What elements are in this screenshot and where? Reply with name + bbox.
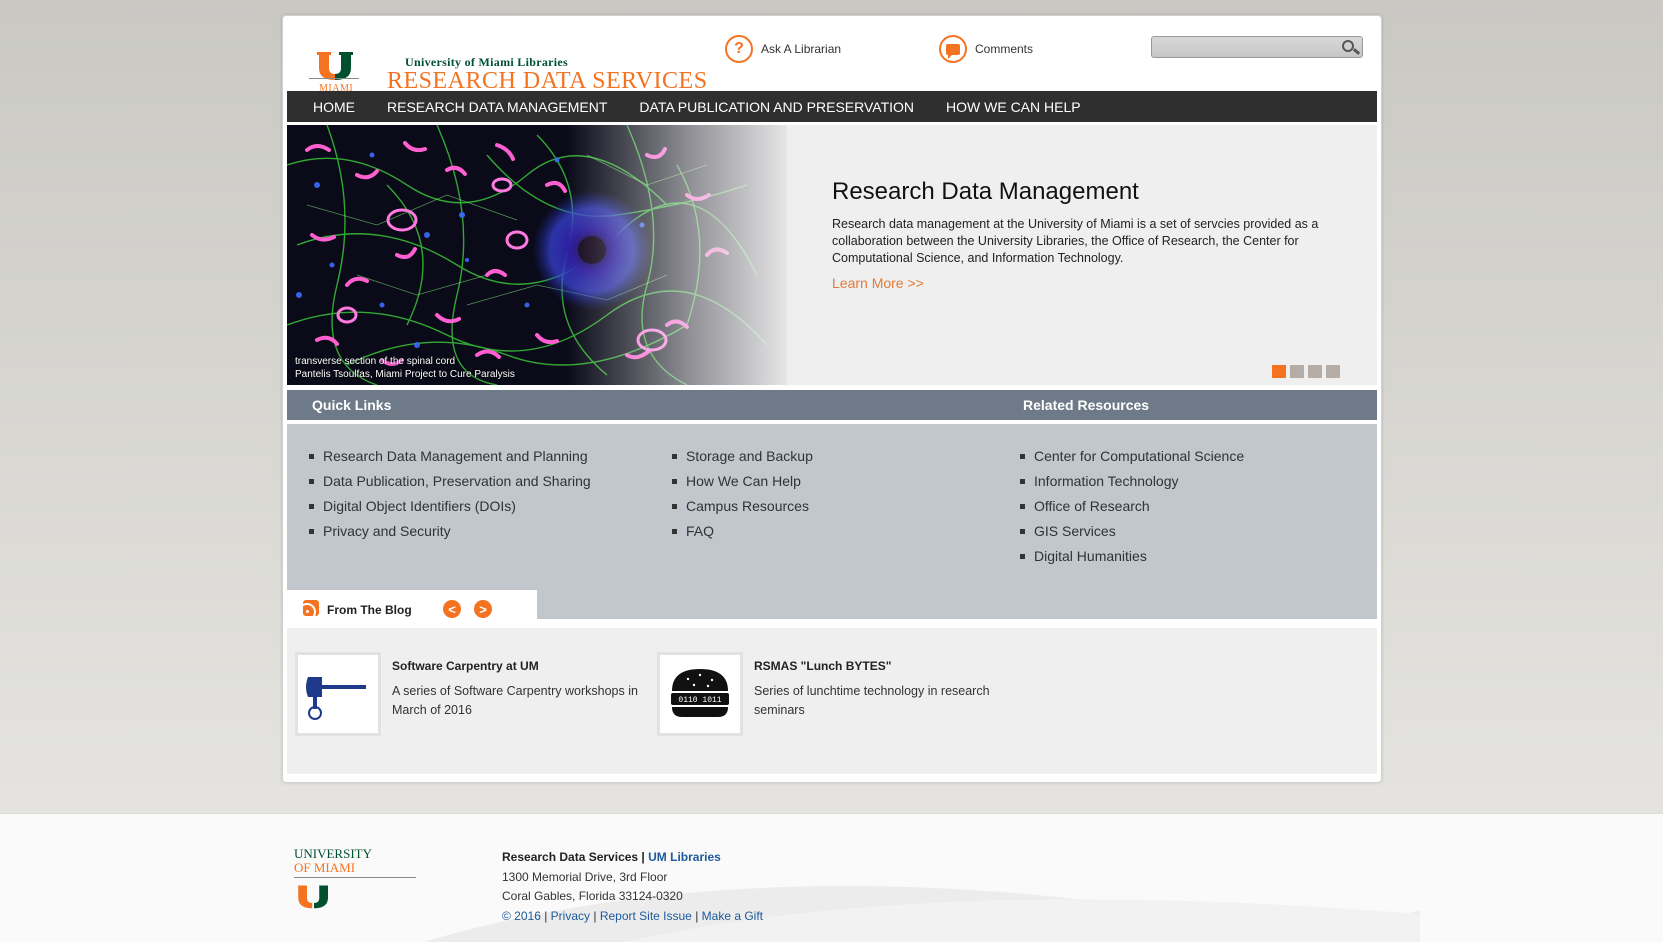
ask-librarian-label: Ask A Librarian — [761, 42, 842, 56]
blog-post: 0110 1011 RSMAS "Lunch BYTES" Series of … — [657, 652, 1017, 742]
blog-next-button[interactable]: > — [474, 600, 492, 618]
um-u-logo-icon — [298, 885, 328, 909]
footer-logo-rule — [294, 877, 416, 878]
blog-tab: From The Blog < > — [287, 590, 537, 624]
list-item[interactable]: GIS Services — [1020, 523, 1244, 548]
footer-gift-link[interactable]: Make a Gift — [702, 909, 763, 923]
related-resources-heading: Related Resources — [1023, 397, 1150, 413]
footer-logo[interactable]: UNIVERSITY OF MIAMI — [294, 847, 424, 927]
quick-links-heading: Quick Links — [312, 397, 392, 413]
list-item[interactable]: Office of Research — [1020, 498, 1244, 523]
search-input[interactable] — [1152, 37, 1332, 57]
site-footer: UNIVERSITY OF MIAMI Research Data Servic… — [0, 813, 1663, 942]
blog-post-thumbnail[interactable] — [295, 652, 381, 736]
blog-post-text: A series of Software Carpentry workshops… — [392, 684, 638, 717]
footer-logo-line1: UNIVERSITY — [294, 846, 372, 861]
nav-item-data-publication[interactable]: DATA PUBLICATION AND PRESERVATION — [639, 99, 914, 115]
logo-divider — [309, 78, 359, 79]
slide-dot-4[interactable] — [1326, 365, 1340, 378]
hero-title: Research Data Management — [832, 178, 1139, 205]
footer-contact: Research Data Services | UM Libraries 13… — [502, 850, 764, 923]
footer-copyright: © 2016 — [502, 908, 541, 923]
ask-librarian-link[interactable]: ? Ask A Librarian — [725, 34, 841, 64]
hero-caption-line1: transverse section of the spinal cord — [295, 356, 456, 367]
footer-privacy-link[interactable]: Privacy — [551, 909, 590, 923]
links-panel-header: Quick Links Related Resources — [287, 390, 1377, 420]
site-logo[interactable]: MIAMI University of Miami Libraries RESE… — [307, 38, 707, 98]
speech-bubble-icon — [939, 35, 967, 63]
search-icon[interactable] — [1342, 40, 1354, 52]
hero-image: transverse section of the spinal cord Pa… — [287, 125, 787, 385]
hero-caption-line2: Pantelis Tsoulfas, Miami Project to Cure… — [295, 369, 515, 380]
footer-logo-line2: OF MIAMI — [294, 860, 356, 875]
burger-bun-text: 0110 1011 — [678, 696, 721, 705]
blog-title: From The Blog — [327, 603, 412, 617]
main-nav: HOME RESEARCH DATA MANAGEMENT DATA PUBLI… — [287, 91, 1377, 122]
list-item[interactable]: Data Publication, Preservation and Shari… — [309, 473, 591, 498]
blog-prev-button[interactable]: < — [443, 600, 461, 618]
question-icon: ? — [725, 35, 753, 63]
slide-dot-3[interactable] — [1308, 365, 1322, 378]
burger-icon: 0110 1011 — [671, 669, 729, 717]
list-item[interactable]: Privacy and Security — [309, 523, 591, 548]
nav-item-research-data-management[interactable]: RESEARCH DATA MANAGEMENT — [387, 99, 607, 115]
blog-post-title[interactable]: RSMAS "Lunch BYTES" — [754, 659, 891, 673]
blog-post: Software Carpentry at UM A series of Sof… — [295, 652, 655, 742]
slide-dot-2[interactable] — [1290, 365, 1304, 378]
footer-separator: | — [638, 850, 649, 864]
list-item[interactable]: Center for Computational Science — [1020, 448, 1244, 473]
hammer-icon — [306, 677, 366, 720]
list-item[interactable]: Information Technology — [1020, 473, 1244, 498]
comments-link[interactable]: Comments — [939, 34, 1033, 64]
footer-org-name: Research Data Services — [502, 850, 639, 864]
list-item[interactable]: Research Data Management and Planning — [309, 448, 591, 473]
rss-icon[interactable] — [303, 600, 319, 616]
list-item[interactable]: Storage and Backup — [672, 448, 813, 473]
footer-address-line1: 1300 Memorial Drive, 3rd Floor — [502, 869, 668, 884]
blog-area: Software Carpentry at UM A series of Sof… — [287, 628, 1377, 774]
comments-label: Comments — [975, 42, 1034, 56]
footer-address-line2: Coral Gables, Florida 33124-0320 — [502, 889, 683, 903]
list-item[interactable]: FAQ — [672, 523, 813, 548]
hero-text: Research data management at the Universi… — [832, 217, 1319, 265]
slide-dot-1[interactable] — [1272, 365, 1286, 378]
list-item[interactable]: Campus Resources — [672, 498, 813, 523]
blog-post-text: Series of lunchtime technology in resear… — [754, 684, 990, 717]
nav-item-how-we-can-help[interactable]: HOW WE CAN HELP — [946, 99, 1081, 115]
blog-post-thumbnail[interactable]: 0110 1011 — [657, 652, 743, 736]
blog-post-title[interactable]: Software Carpentry at UM — [392, 659, 539, 673]
list-item[interactable]: Digital Humanities — [1020, 548, 1244, 573]
hero-caption: transverse section of the spinal cord Pa… — [295, 355, 515, 381]
hero-image-fade — [567, 125, 787, 385]
hero-slideshow: transverse section of the spinal cord Pa… — [287, 125, 1377, 385]
footer-um-libraries-link[interactable]: UM Libraries — [648, 850, 721, 864]
quick-links-col1: Research Data Management and Planning Da… — [309, 448, 591, 548]
learn-more-link[interactable]: Learn More >> — [832, 275, 924, 291]
nav-item-home[interactable]: HOME — [313, 99, 355, 115]
footer-report-link[interactable]: Report Site Issue — [600, 909, 692, 923]
slide-indicators — [1272, 365, 1340, 378]
list-item[interactable]: Digital Object Identifiers (DOIs) — [309, 498, 591, 523]
related-resources-list: Center for Computational Science Informa… — [1020, 448, 1244, 573]
quick-links-col2: Storage and Backup How We Can Help Campu… — [672, 448, 813, 548]
list-item[interactable]: How We Can Help — [672, 473, 813, 498]
search-box — [1151, 36, 1363, 58]
page-container: MIAMI University of Miami Libraries RESE… — [282, 15, 1382, 783]
